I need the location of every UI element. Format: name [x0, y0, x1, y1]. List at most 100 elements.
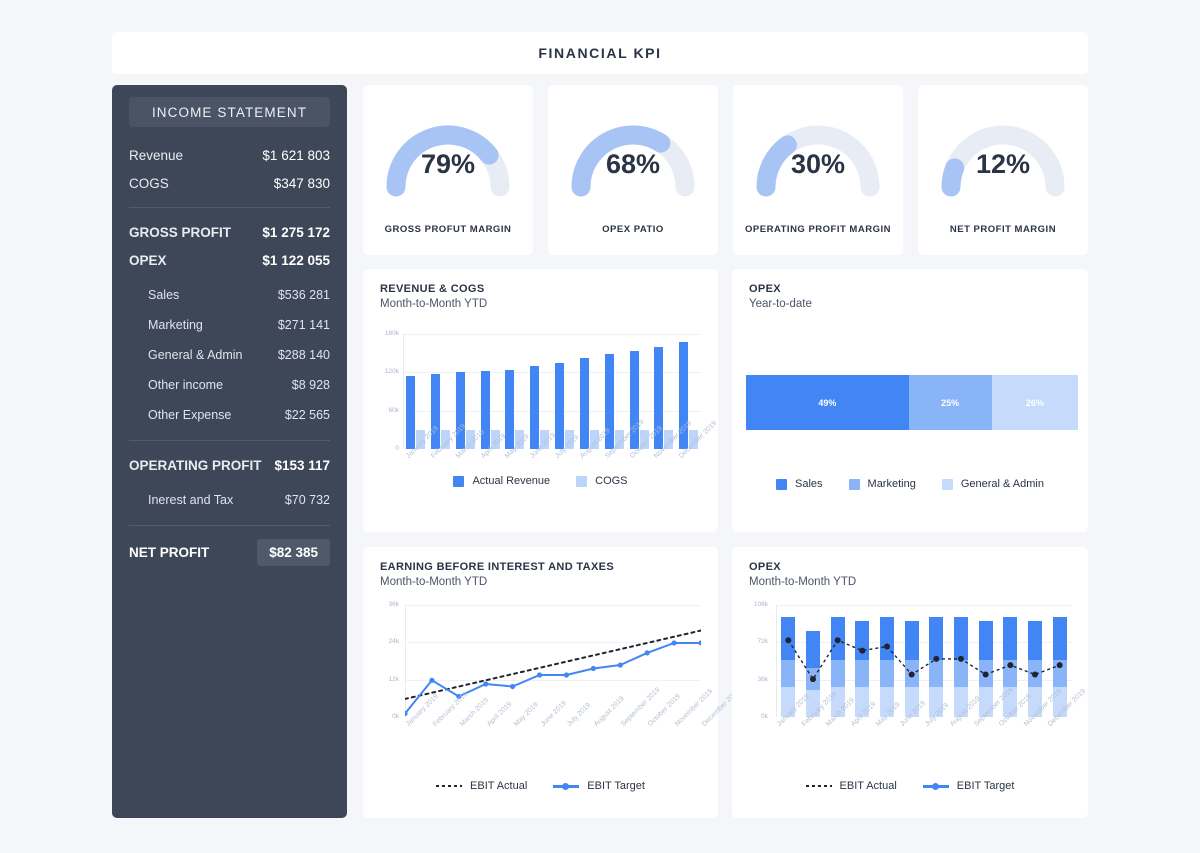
chart-legend: Actual Revenue COGS [363, 475, 718, 487]
chart-title: OPEX [749, 283, 781, 295]
line-series [405, 629, 701, 717]
page-title: FINANCIAL KPI [538, 45, 662, 61]
row-label: COGS [129, 175, 169, 191]
legend-label: COGS [595, 475, 628, 487]
chart-subtitle: Month-to-Month YTD [749, 576, 857, 588]
chart-legend: Sales Marketing General & Admin [732, 478, 1088, 490]
income-statement-title: INCOME STATEMENT [151, 104, 308, 120]
statement-row-general-admin: General & Admin $288 140 [129, 340, 330, 370]
dotted-line-icon [805, 785, 832, 787]
sidebar-divider [129, 525, 330, 526]
income-statement-header: INCOME STATEMENT [129, 97, 330, 127]
gauge-value: 68% [605, 149, 661, 179]
chart-subtitle: Month-to-Month YTD [380, 298, 488, 310]
row-label: Inerest and Tax [148, 493, 234, 507]
row-label: OPEX [129, 252, 167, 268]
plot-area: 0 60k 120k 180k January 2019 February 2019 Mar… [385, 330, 718, 460]
y-axis-tick: 0 [395, 445, 399, 452]
solid-line-icon [553, 782, 580, 790]
legend-swatch [941, 478, 953, 490]
stack-segment-sales: 49% [746, 375, 909, 430]
row-label: Other Expense [148, 408, 232, 422]
gauge-chart: 12% [937, 107, 1069, 199]
row-label: OPERATING PROFIT [129, 457, 262, 473]
statement-row-cogs: COGS $347 830 [129, 169, 330, 197]
row-value: $22 565 [284, 408, 330, 422]
solid-line-icon [922, 782, 949, 790]
y-axis-tick: 180k [384, 330, 399, 337]
legend-item[interactable]: EBIT Actual [436, 780, 527, 792]
y-axis-line [403, 334, 404, 449]
row-value: $8 928 [291, 378, 330, 392]
dotted-line-icon [436, 785, 463, 787]
kpi-card-gross-profit-margin: 79% GROSS PROFUT MARGIN [363, 85, 533, 255]
statement-row-gross-profit: GROSS PROFIT $1 275 172 [129, 218, 330, 246]
legend-label: EBIT Actual [470, 780, 528, 792]
gauge-label: NET PROFIT MARGIN [949, 224, 1057, 235]
chart-card-opex-ytd: OPEX Year-to-date 49% 25% 26% Sales Marketi… [732, 269, 1088, 532]
row-label: GROSS PROFIT [129, 224, 232, 240]
y-axis-tick: 108k [753, 601, 768, 608]
stack-segment-marketing: 25% [908, 375, 992, 430]
statement-row-interest-and-tax: Inerest and Tax $70 732 [129, 485, 330, 515]
row-value: $271 141 [277, 318, 330, 332]
statement-row-sales: Sales $536 281 [129, 280, 330, 310]
gauge-label: OPERATING PROFIT MARGIN [745, 224, 891, 235]
legend-item[interactable]: EBIT Target [553, 780, 645, 792]
chart-title: REVENUE & COGS [380, 283, 485, 295]
gauge-value: 30% [790, 149, 846, 179]
legend-item[interactable]: COGS [576, 475, 628, 487]
row-value: $1 122 055 [262, 252, 330, 268]
row-value: $536 281 [277, 288, 330, 302]
dashboard-page: FINANCIAL KPI INCOME STATEMENT Revenue $… [0, 0, 1200, 853]
legend-label: Actual Revenue [472, 475, 551, 487]
bar-actual-revenue [406, 375, 415, 449]
chart-subtitle: Month-to-Month YTD [380, 576, 488, 588]
row-label: NET PROFIT [129, 544, 210, 560]
legend-label: Sales [795, 478, 823, 490]
legend-label: General & Admin [960, 478, 1044, 490]
row-value: $70 732 [284, 493, 330, 507]
bar-actual-revenue [579, 358, 589, 449]
legend-label: EBIT Target [956, 780, 1015, 792]
kpi-card-operating-profit-margin: 30% OPERATING PROFIT MARGIN [733, 85, 903, 255]
row-value: $153 117 [274, 457, 330, 473]
row-label: Marketing [148, 318, 203, 332]
row-value: $1 275 172 [262, 224, 330, 240]
statement-row-marketing: Marketing $271 141 [129, 310, 330, 340]
legend-item[interactable]: General & Admin [941, 478, 1044, 490]
chart-legend: EBIT Actual EBIT Target [363, 780, 718, 792]
statement-row-net-profit: NET PROFIT $82 385 [129, 536, 330, 568]
chart-card-opex-monthly: OPEX Month-to-Month YTD 0k 36k 72k 108k Janu… [732, 547, 1088, 818]
y-axis-tick: 0k [761, 713, 768, 720]
legend-label: EBIT Actual [839, 780, 897, 792]
gauge-label: OPEX PATIO [602, 224, 664, 235]
plot-area: 0k 36k 72k 108k January 2019 February 2019 Mar… [754, 601, 1088, 728]
y-axis-tick: 0k [392, 713, 399, 720]
legend-swatch [453, 475, 465, 487]
row-value: $288 140 [277, 348, 330, 362]
legend-item[interactable]: Actual Revenue [453, 475, 550, 487]
sidebar-divider [129, 207, 330, 208]
y-axis-tick: 12k [388, 675, 399, 683]
statement-row-operating-profit: OPERATING PROFIT $153 117 [129, 451, 330, 479]
gauge-chart: 79% [382, 107, 514, 199]
chart-card-ebit: EARNING BEFORE INTEREST AND TAXES Month-… [363, 547, 742, 818]
legend-swatch [576, 475, 588, 487]
chart-title: EARNING BEFORE INTEREST AND TAXES [380, 561, 615, 573]
legend-label: Marketing [867, 478, 916, 490]
plot-area: 0k 12k 24k 36k January 2019 February 2019 Marc… [389, 601, 742, 728]
gauge-chart: 30% [752, 107, 884, 199]
row-label: Other income [148, 378, 224, 392]
legend-item[interactable]: Sales [776, 478, 823, 490]
legend-item[interactable]: EBIT Target [922, 780, 1015, 792]
chart-legend: EBIT Actual EBIT Target [732, 780, 1088, 792]
row-value: $347 830 [273, 175, 330, 191]
legend-item[interactable]: EBIT Actual [805, 780, 897, 792]
stack-segment-general-admin: 26% [991, 375, 1078, 430]
legend-item[interactable]: Marketing [848, 478, 916, 490]
statement-row-other-income: Other income $8 928 [129, 370, 330, 400]
bar-actual-revenue [430, 374, 440, 449]
y-axis-tick: 24k [388, 638, 399, 646]
chart-subtitle: Year-to-date [749, 298, 812, 310]
